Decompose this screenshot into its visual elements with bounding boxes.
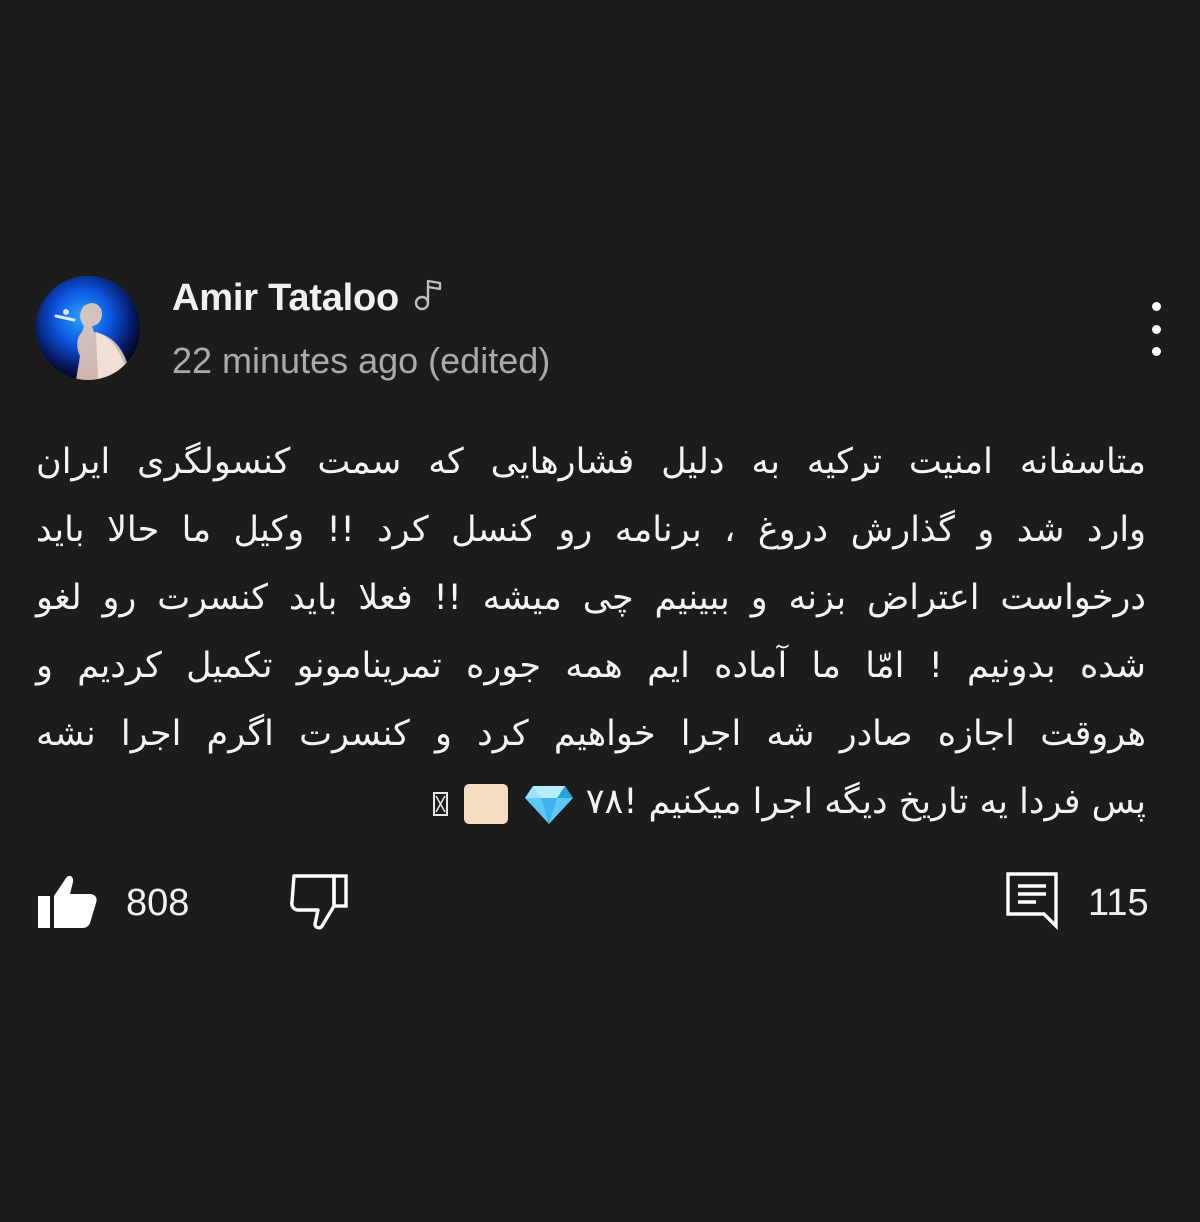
skin-tone-square-emoji — [464, 784, 509, 824]
comment-line: شده بدونیم ! امّا ما آماده ایم همه جوره … — [36, 646, 1146, 686]
comment-timestamp[interactable]: 22 minutes ago (edited) — [172, 340, 550, 382]
thumbs-down-icon[interactable] — [288, 870, 352, 934]
comment-line: هروقت اجازه صادر شه اجرا خواهیم کرد و کن… — [36, 714, 1146, 754]
avatar-photo — [36, 276, 140, 380]
reply-icon[interactable] — [1004, 870, 1060, 932]
more-dot — [1151, 302, 1161, 311]
more-dot — [1151, 324, 1161, 334]
comment-text: متاسفانه امنیت ترکیه به دلیل فشارهایی که… — [36, 428, 1146, 836]
more-dot — [1151, 347, 1161, 356]
comment-line: وارد شد و گذارش دروغ ، برنامه رو کنسل کر… — [36, 510, 1146, 550]
comment-line: پس فردا یه تاریخ دیگه اجرا میکنیم !۷۸ — [585, 782, 1146, 822]
missing-glyph — [433, 792, 449, 816]
comment-line: درخواست اعتراض بزنه و ببینیم چی میشه !! … — [36, 578, 1146, 618]
author-name[interactable]: Amir Tataloo — [172, 277, 399, 320]
music-note-icon — [414, 279, 442, 311]
like-count: 808 — [126, 882, 190, 924]
thumbs-up-icon[interactable] — [36, 870, 100, 934]
youtube-comment-page: Amir Tataloo 22 minutes ago (edited) متا… — [0, 0, 1200, 1222]
more-vertical-icon[interactable] — [1136, 302, 1176, 356]
comment-card: Amir Tataloo 22 minutes ago (edited) متا… — [0, 0, 1200, 1222]
comment-line-last: پس فردا یه تاریخ دیگه اجرا میکنیم !۷۸ — [36, 768, 1146, 836]
comment-header: Amir Tataloo — [172, 274, 443, 322]
reply-count: 115 — [1088, 882, 1149, 924]
gem-stone-emoji — [524, 786, 573, 824]
avatar[interactable] — [36, 276, 140, 380]
comment-actions: 808 115 — [0, 866, 1200, 946]
emoji-group — [432, 769, 574, 837]
comment-line: متاسفانه امنیت ترکیه به دلیل فشارهایی که… — [36, 442, 1146, 482]
